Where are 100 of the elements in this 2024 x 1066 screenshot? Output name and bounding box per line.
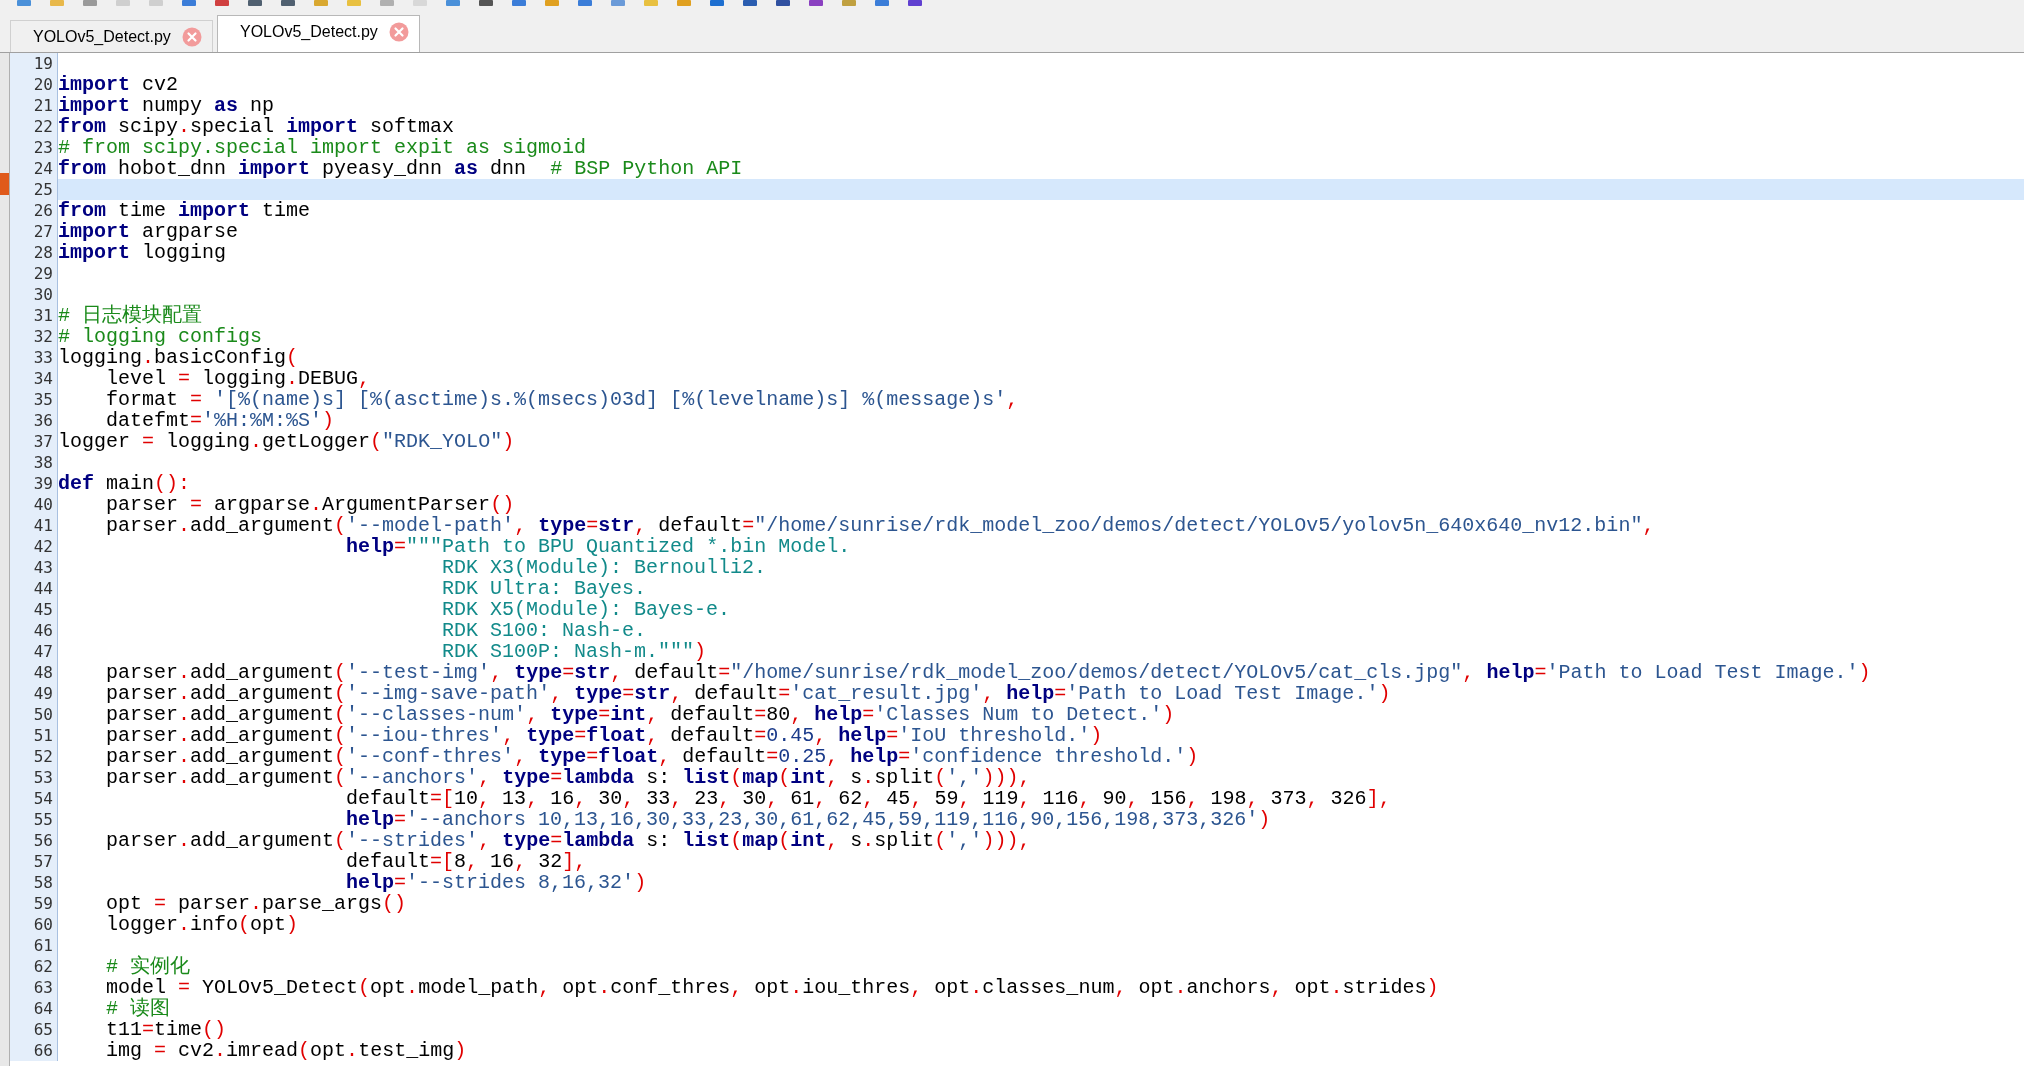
code-line: from hobot_dnn import pyeasy_dnn as dnn # BSP Python API (58, 158, 743, 179)
line-number: 43 (10, 557, 58, 578)
file-tab[interactable]: YOLOv5_Detect.py (10, 20, 213, 52)
code-line: parser = argparse.ArgumentParser() (105, 494, 515, 515)
line-number: 25 (10, 179, 58, 200)
code-line: RDK S100P: Nash-m.""") (441, 641, 707, 662)
line-number: 50 (10, 704, 58, 725)
line-number: 23 (10, 137, 58, 158)
code-line: # 实例化 (105, 956, 190, 977)
code-line: default=[8, 16, 32], (345, 851, 587, 872)
code-line: opt = parser.parse_args() (105, 893, 407, 914)
file-tab[interactable]: YOLOv5_Detect.py (217, 15, 420, 52)
line-number: 56 (10, 830, 58, 851)
line-number: 32 (10, 326, 58, 347)
line-number: 51 (10, 725, 58, 746)
line-number: 27 (10, 221, 58, 242)
line-number: 38 (10, 452, 58, 473)
code-line: def main(): (58, 473, 191, 494)
line-number: 64 (10, 998, 58, 1019)
line-number: 62 (10, 956, 58, 977)
line-number: 26 (10, 200, 58, 221)
code-line: img = cv2.imread(opt.test_img) (105, 1040, 467, 1061)
code-line: help='--strides 8,16,32') (345, 872, 647, 893)
line-number: 63 (10, 977, 58, 998)
line-number: 29 (10, 263, 58, 284)
line-number: 48 (10, 662, 58, 683)
line-number: 19 (10, 53, 58, 74)
bookmark-marker (0, 173, 9, 195)
code-line: import numpy as np (58, 95, 275, 116)
toolbar-icon[interactable] (181, 0, 197, 7)
code-line: logger = logging.getLogger("RDK_YOLO") (58, 431, 515, 452)
code-line: # 日志模块配置 (58, 305, 202, 326)
code-line: t11=time() (105, 1019, 227, 1040)
line-number: 47 (10, 641, 58, 662)
line-number: 53 (10, 767, 58, 788)
line-number: 33 (10, 347, 58, 368)
code-line: parser.add_argument('--classes-num', type=int, default=80, help='Classes Num to Detect.') (105, 704, 1175, 725)
code-line: parser.add_argument('--anchors', type=lambda s: list(map(int, s.split(','))), (105, 767, 1031, 788)
line-number: 34 (10, 368, 58, 389)
toolbar-icon[interactable] (709, 0, 725, 7)
code-line: parser.add_argument('--strides', type=lambda s: list(map(int, s.split(','))), (105, 830, 1031, 851)
line-number: 21 (10, 95, 58, 116)
code-line: format = '[%(name)s] [%(asctime)s.%(msecs)03d] [%(levelname)s] %(message)s', (105, 389, 1019, 410)
code-line: default=[10, 13, 16, 30, 33, 23, 30, 61, 62, 45, 59, 119, 116, 90, 156, 198, 373, 326], (345, 788, 1391, 809)
code-line: logger.info(opt) (105, 914, 299, 935)
code-line: # from scipy.special import expit as sigmoid (58, 137, 587, 158)
code-line: import argparse (58, 221, 239, 242)
code-line: from scipy.special import softmax (58, 116, 455, 137)
line-number: 22 (10, 116, 58, 137)
line-number: 36 (10, 410, 58, 431)
close-icon[interactable] (182, 26, 202, 47)
line-number: 59 (10, 893, 58, 914)
line-number: 60 (10, 914, 58, 935)
line-number: 37 (10, 431, 58, 452)
line-number: 39 (10, 473, 58, 494)
code-line: RDK Ultra: Bayes. (441, 578, 647, 599)
line-number: 20 (10, 74, 58, 95)
line-number: 66 (10, 1040, 58, 1061)
toolbar-icon[interactable] (742, 0, 758, 7)
code-line: help="""Path to BPU Quantized *.bin Model. (345, 536, 851, 557)
toolbar-icon[interactable] (577, 0, 593, 7)
code-line: # 读图 (105, 998, 170, 1019)
line-number: 41 (10, 515, 58, 536)
line-number: 30 (10, 284, 58, 305)
line-number: 57 (10, 851, 58, 872)
code-line: parser.add_argument('--test-img', type=str, default="/home/sunrise/rdk_model_zoo/demos/detect/YOLOv5/cat_cls.jpg", help='Path to Load Test Image.') (105, 662, 1871, 683)
toolbar-icon[interactable] (478, 0, 494, 7)
toolbar-icon[interactable] (16, 0, 32, 7)
code-line: level = logging.DEBUG, (105, 368, 371, 389)
line-number: 40 (10, 494, 58, 515)
code-line: RDK X3(Module): Bernoulli2. (441, 557, 767, 578)
code-line: import logging (58, 242, 227, 263)
toolbar-icon[interactable] (511, 0, 527, 7)
toolbar-icon[interactable] (907, 0, 923, 7)
line-number: 42 (10, 536, 58, 557)
code-line: logging.basicConfig( (58, 347, 299, 368)
close-icon[interactable] (389, 22, 409, 42)
toolbar-icon[interactable] (808, 0, 824, 7)
line-number: 44 (10, 578, 58, 599)
line-number: 54 (10, 788, 58, 809)
code-line: import cv2 (58, 74, 179, 95)
toolbar-icon[interactable] (280, 0, 296, 7)
toolbar-icon[interactable] (247, 0, 263, 7)
line-number: 61 (10, 935, 58, 956)
toolbar-icon[interactable] (775, 0, 791, 7)
line-number: 31 (10, 305, 58, 326)
toolbar-icon[interactable] (874, 0, 890, 7)
code-line: parser.add_argument('--iou-thres', type=float, default=0.45, help='IoU threshold.') (105, 725, 1103, 746)
line-number: 28 (10, 242, 58, 263)
code-line: from time import time (58, 200, 311, 221)
line-number: 35 (10, 389, 58, 410)
line-number: 65 (10, 1019, 58, 1040)
toolbar-icon[interactable] (214, 0, 230, 7)
code-line: parser.add_argument('--img-save-path', type=str, default='cat_result.jpg', help='Path to Load Test Image.') (105, 683, 1391, 704)
code-line: parser.add_argument('--model-path', type=str, default="/home/sunrise/rdk_model_zoo/demos/detect/YOLOv5/yolov5n_640x640_nv12.bin", (105, 515, 1655, 536)
line-number: 58 (10, 872, 58, 893)
code-line: model = YOLOv5_Detect(opt.model_path, opt.conf_thres, opt.iou_thres, opt.classes_num, opt.anchors, opt.strides) (105, 977, 1439, 998)
code-line: RDK S100: Nash-e. (441, 620, 647, 641)
toolbar-icon[interactable] (445, 0, 461, 7)
code-line: RDK X5(Module): Bayes-e. (441, 599, 731, 620)
